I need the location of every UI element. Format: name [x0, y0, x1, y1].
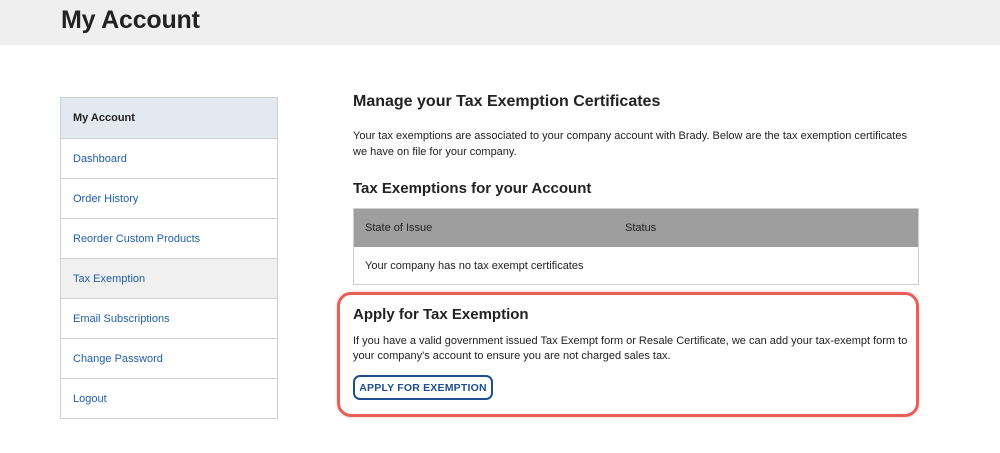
intro-text: Your tax exemptions are associated to yo… — [353, 130, 907, 158]
sidebar-item-email-subscriptions[interactable]: Email Subscriptions — [61, 298, 277, 338]
sidebar-item-reorder-custom-products[interactable]: Reorder Custom Products — [61, 218, 277, 258]
column-header-status: Status — [625, 222, 657, 234]
sidebar-item-order-history[interactable]: Order History — [61, 178, 277, 218]
apply-for-exemption-button[interactable]: APPLY FOR EXEMPTION — [353, 375, 493, 400]
exemptions-heading: Tax Exemptions for your Account — [353, 180, 592, 197]
account-sidebar: My Account Dashboard Order History Reord… — [60, 97, 278, 419]
page-title: My Account — [61, 6, 200, 34]
manage-heading: Manage your Tax Exemption Certificates — [353, 93, 661, 110]
column-header-state: State of Issue — [365, 222, 433, 234]
table-header-row: State of Issue Status — [354, 209, 918, 247]
sidebar-item-change-password[interactable]: Change Password — [61, 338, 277, 378]
exemptions-table: State of Issue Status Your company has n… — [353, 208, 919, 285]
apply-text: If you have a valid government issued Ta… — [353, 335, 908, 362]
table-empty-row: Your company has no tax exempt certifica… — [354, 247, 918, 284]
apply-heading: Apply for Tax Exemption — [353, 306, 529, 323]
sidebar-item-dashboard[interactable]: Dashboard — [61, 138, 277, 178]
sidebar-item-tax-exemption[interactable]: Tax Exemption — [61, 258, 277, 298]
sidebar-header-my-account: My Account — [61, 98, 277, 138]
sidebar-item-logout[interactable]: Logout — [61, 378, 277, 418]
